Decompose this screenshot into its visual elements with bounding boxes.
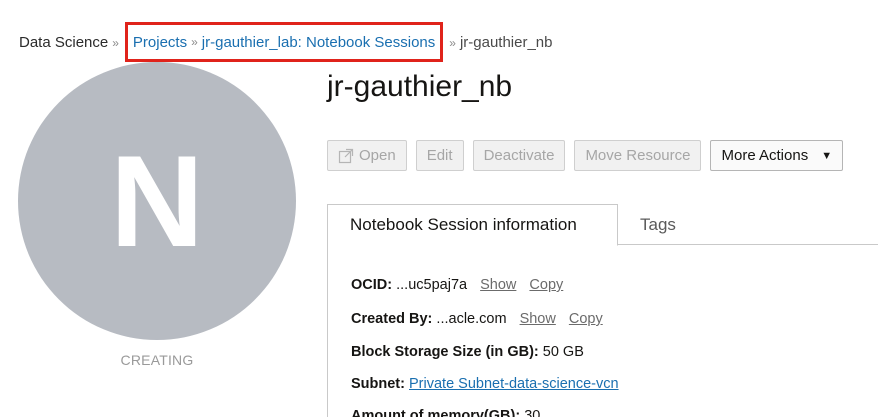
memory-row: Amount of memory(GB): 30 (351, 408, 540, 417)
tab-notebook-session-information[interactable]: Notebook Session information (327, 204, 618, 246)
status-label: CREATING (120, 352, 194, 368)
breadcrumb-separator: » (112, 35, 119, 50)
external-link-icon (338, 148, 354, 164)
breadcrumb-data-science: Data Science (19, 34, 109, 51)
breadcrumb: Data Science » Projects » jr-gauthier_la… (19, 22, 553, 62)
tabs-bar: Notebook Session information Tags (327, 204, 878, 246)
memory-value: 30 (524, 408, 541, 417)
breadcrumb-current: jr-gauthier_nb (459, 34, 553, 51)
action-toolbar: Open Edit Deactivate Move Resource More … (327, 140, 844, 171)
page-title: jr-gauthier_nb (327, 70, 513, 103)
block-storage-label: Block Storage Size (in GB): (351, 344, 539, 360)
ocid-label: OCID: (351, 277, 393, 293)
ocid-row: OCID: ...uc5paj7a Show Copy (351, 277, 563, 293)
breadcrumb-projects-link[interactable]: Projects (133, 34, 187, 51)
block-storage-row: Block Storage Size (in GB): 50 GB (351, 344, 584, 360)
subnet-row: Subnet: Private Subnet-data-science-vcn (351, 376, 619, 392)
created-by-copy-link[interactable]: Copy (569, 311, 603, 327)
avatar-letter: N (110, 128, 204, 274)
created-by-row: Created By: ...acle.com Show Copy (351, 311, 603, 327)
deactivate-button[interactable]: Deactivate (472, 140, 566, 171)
more-actions-label: More Actions (721, 147, 809, 164)
subnet-link[interactable]: Private Subnet-data-science-vcn (409, 376, 619, 392)
page: Data Science » Projects » jr-gauthier_la… (0, 0, 878, 417)
breadcrumb-separator: » (449, 35, 456, 50)
created-by-show-link[interactable]: Show (520, 311, 556, 327)
ocid-value: ...uc5paj7a (396, 277, 468, 293)
subnet-label: Subnet: (351, 376, 405, 392)
edit-button[interactable]: Edit (415, 140, 464, 171)
breadcrumb-notebook-sessions-link[interactable]: jr-gauthier_lab: Notebook Sessions (202, 34, 435, 51)
ocid-copy-link[interactable]: Copy (529, 277, 563, 293)
more-actions-button[interactable]: More Actions ▼ (710, 140, 844, 171)
breadcrumb-separator: » (191, 35, 198, 49)
ocid-show-link[interactable]: Show (480, 277, 516, 293)
memory-label: Amount of memory(GB): (351, 408, 521, 417)
created-by-value: ...acle.com (436, 311, 507, 327)
info-panel: OCID: ...uc5paj7a Show Copy Created By: … (327, 245, 878, 417)
tab-tags[interactable]: Tags (640, 204, 676, 246)
open-button[interactable]: Open (327, 140, 407, 171)
breadcrumb-highlight-box: Projects » jr-gauthier_lab: Notebook Ses… (124, 22, 444, 62)
move-resource-button[interactable]: Move Resource (574, 140, 702, 171)
open-button-label: Open (359, 147, 396, 164)
block-storage-value: 50 GB (542, 344, 584, 360)
avatar: N (18, 62, 296, 340)
caret-down-icon: ▼ (821, 149, 833, 162)
created-by-label: Created By: (351, 311, 433, 327)
